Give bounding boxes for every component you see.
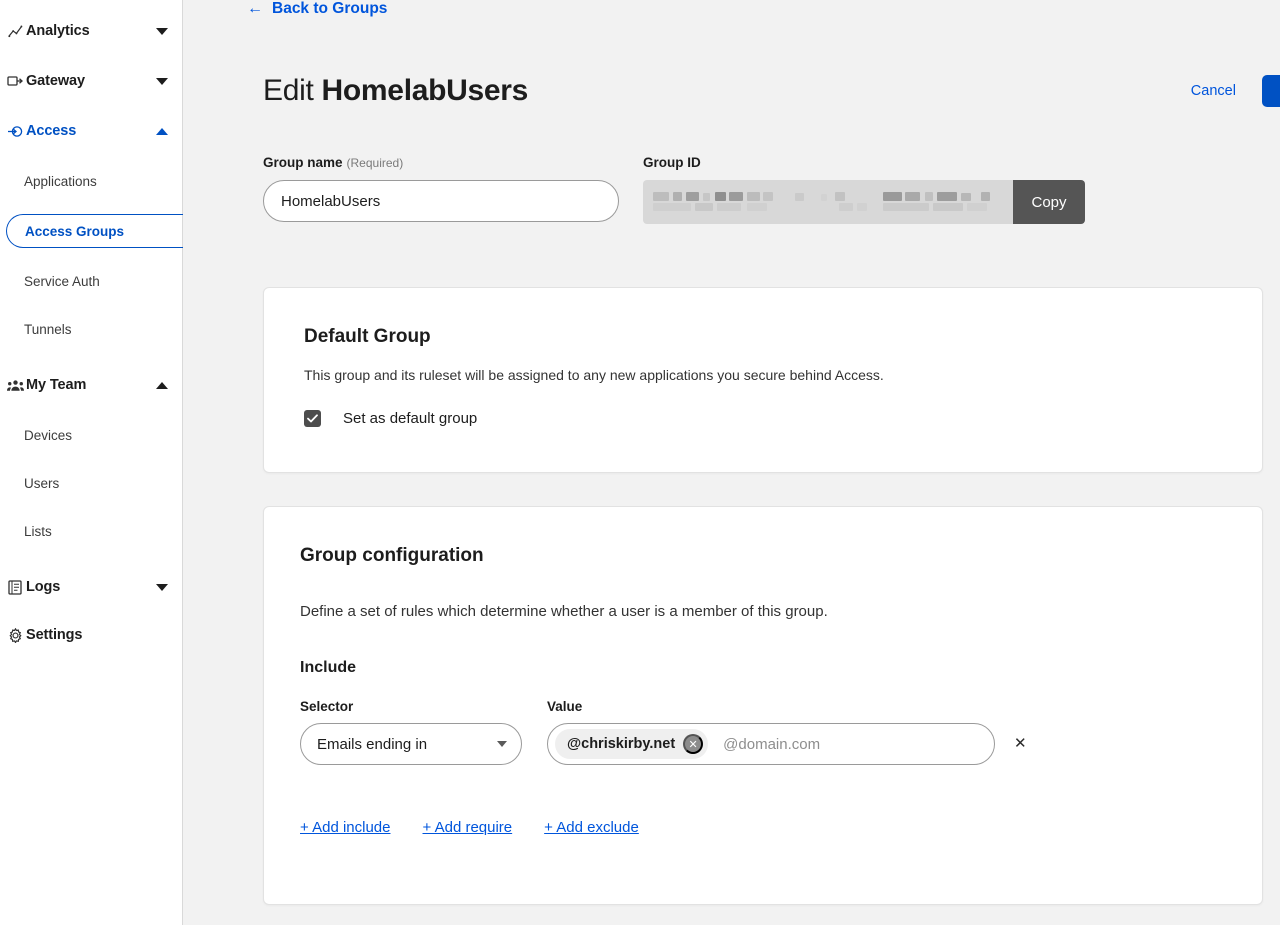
sidebar-group-analytics[interactable]: Analytics <box>0 16 182 46</box>
sidebar-item-users[interactable]: Users <box>0 468 182 498</box>
chevron-up-icon <box>156 382 168 389</box>
sidebar-item-label: Users <box>24 476 59 491</box>
title-actions: Cancel Save <box>1187 75 1280 107</box>
sidebar-item-lists[interactable]: Lists <box>0 516 182 546</box>
sidebar-item-label: Devices <box>24 428 72 443</box>
value-input-wrap[interactable]: @chriskirby.net ✕ @domain.com <box>547 723 995 765</box>
chevron-down-icon <box>156 584 168 591</box>
sidebar-item-label: Service Auth <box>24 274 100 289</box>
page-title: Edit HomelabUsers <box>263 74 528 108</box>
value-column: Value @chriskirby.net ✕ @domain.com <box>547 699 995 765</box>
access-icon <box>4 124 26 139</box>
chevron-down-icon <box>156 78 168 85</box>
sidebar-group-label: Gateway <box>26 73 156 89</box>
group-configuration-description: Define a set of rules which determine wh… <box>300 603 1262 620</box>
selector-dropdown[interactable]: Emails ending in <box>300 723 522 765</box>
sidebar-group-settings[interactable]: Settings <box>0 620 182 650</box>
set-as-default-label: Set as default group <box>343 410 477 427</box>
sidebar-group-label: Analytics <box>26 23 156 39</box>
sidebar-item-access-groups[interactable]: Access Groups <box>6 214 190 248</box>
sidebar-group-my-team[interactable]: My Team <box>0 370 182 400</box>
group-name-label-text: Group name <box>263 155 343 170</box>
selector-column: Selector Emails ending in <box>300 699 522 765</box>
set-as-default-checkbox[interactable] <box>304 410 321 427</box>
title-row: Edit HomelabUsers Cancel Save <box>263 74 1280 108</box>
group-configuration-card: Group configuration Define a set of rule… <box>263 506 1263 905</box>
add-include-link[interactable]: + Add include <box>300 819 391 836</box>
arrow-left-icon: ← <box>247 1 263 17</box>
team-icon <box>4 379 26 392</box>
value-chip-label: @chriskirby.net <box>567 736 675 752</box>
group-configuration-heading: Group configuration <box>300 545 1262 567</box>
save-button[interactable]: Save <box>1262 75 1280 107</box>
add-rule-links: + Add include + Add require + Add exclud… <box>300 819 1262 836</box>
value-label: Value <box>547 699 995 714</box>
chevron-down-icon <box>497 741 507 747</box>
page-title-prefix: Edit <box>263 74 314 107</box>
sidebar-item-label: Lists <box>24 524 52 539</box>
group-id-wrap: Copy <box>643 180 1085 224</box>
sidebar-group-label: Logs <box>26 579 156 595</box>
selector-label: Selector <box>300 699 522 714</box>
remove-rule-button[interactable]: ✕ <box>1008 734 1033 752</box>
sidebar-item-devices[interactable]: Devices <box>0 420 182 450</box>
logs-icon <box>4 580 26 595</box>
sidebar-item-applications[interactable]: Applications <box>0 166 182 196</box>
sidebar-group-access[interactable]: Access <box>0 116 182 146</box>
cancel-button[interactable]: Cancel <box>1187 79 1240 103</box>
value-placeholder: @domain.com <box>714 736 820 753</box>
add-exclude-link[interactable]: + Add exclude <box>544 819 639 836</box>
copy-group-id-button[interactable]: Copy <box>1013 180 1085 224</box>
chevron-up-icon <box>156 128 168 135</box>
selector-value: Emails ending in <box>317 736 497 753</box>
sidebar-group-gateway[interactable]: Gateway <box>0 66 182 96</box>
include-heading: Include <box>300 659 1262 677</box>
group-id-field-block: Group ID <box>643 155 1085 224</box>
app-root: Analytics Gateway Access <box>0 0 1280 925</box>
include-rule-row: Selector Emails ending in Value @chriski… <box>300 699 1262 765</box>
page-title-name: HomelabUsers <box>322 74 529 107</box>
sidebar-group-label: My Team <box>26 377 156 393</box>
group-id-value-redacted <box>643 180 1013 224</box>
sidebar-group-label: Settings <box>26 627 168 643</box>
group-name-field-block: Group name (Required) <box>263 155 619 224</box>
main-content: ← Back to Groups Edit HomelabUsers Cance… <box>183 0 1280 925</box>
sidebar-group-label: Access <box>26 123 156 139</box>
add-require-link[interactable]: + Add require <box>423 819 513 836</box>
group-name-input[interactable] <box>263 180 619 222</box>
sidebar: Analytics Gateway Access <box>0 0 183 925</box>
sidebar-item-label: Applications <box>24 174 97 189</box>
default-group-checkbox-row: Set as default group <box>304 410 1262 427</box>
group-id-label: Group ID <box>643 155 1085 170</box>
sidebar-item-service-auth[interactable]: Service Auth <box>0 266 182 296</box>
gear-icon <box>4 628 26 643</box>
sidebar-item-label: Tunnels <box>24 322 72 337</box>
default-group-heading: Default Group <box>304 326 1262 348</box>
back-to-groups-link[interactable]: ← Back to Groups <box>247 0 387 18</box>
sidebar-item-label: Access Groups <box>25 224 124 239</box>
value-chip: @chriskirby.net ✕ <box>555 729 708 759</box>
back-link-label: Back to Groups <box>272 0 387 18</box>
chevron-down-icon <box>156 28 168 35</box>
sidebar-item-tunnels[interactable]: Tunnels <box>0 314 182 344</box>
sidebar-group-logs[interactable]: Logs <box>0 572 182 602</box>
analytics-icon <box>4 24 26 39</box>
default-group-card: Default Group This group and its ruleset… <box>263 287 1263 473</box>
required-hint: (Required) <box>347 156 404 170</box>
default-group-description: This group and its ruleset will be assig… <box>304 367 1262 383</box>
remove-chip-button[interactable]: ✕ <box>683 734 703 754</box>
fields-row: Group name (Required) Group ID <box>263 155 1085 224</box>
gateway-icon <box>4 74 26 88</box>
group-name-label: Group name (Required) <box>263 155 619 170</box>
